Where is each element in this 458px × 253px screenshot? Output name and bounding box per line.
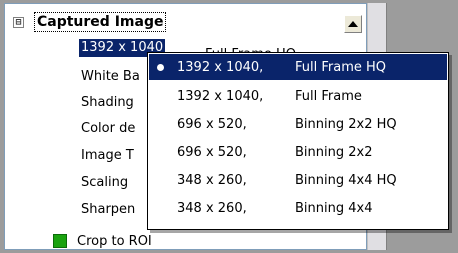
property-shading[interactable]: Shading: [81, 94, 134, 112]
dropdown-option[interactable]: 348 x 260, Binning 4x4: [149, 195, 447, 221]
option-resolution: 348 x 260,: [177, 200, 247, 216]
crop-to-roi-label: Crop to ROI: [77, 233, 152, 249]
option-resolution: 1392 x 1040,: [177, 59, 264, 75]
option-resolution: 1392 x 1040,: [177, 88, 264, 104]
dropdown-option[interactable]: 696 x 520, Binning 2x2 HQ: [149, 111, 447, 137]
property-scaling[interactable]: Scaling: [81, 174, 128, 192]
option-resolution: 696 x 520,: [177, 116, 247, 132]
property-color-depth[interactable]: Color de: [81, 120, 135, 138]
dropdown-option[interactable]: 1392 x 1040, Full Frame HQ: [149, 54, 447, 80]
option-mode: Full Frame: [295, 88, 362, 104]
dropdown-option[interactable]: 348 x 260, Binning 4x4 HQ: [149, 167, 447, 193]
option-resolution: 696 x 520,: [177, 144, 247, 160]
option-mode: Binning 2x2: [295, 144, 373, 160]
scroll-up-button[interactable]: [344, 15, 362, 33]
property-white-balance[interactable]: White Ba: [81, 68, 140, 86]
property-sharpen[interactable]: Sharpen: [81, 201, 135, 219]
option-mode: Binning 2x2 HQ: [295, 116, 397, 132]
option-mode: Full Frame HQ: [295, 59, 387, 75]
arrow-up-icon: [348, 21, 358, 27]
group-title[interactable]: Captured Image: [34, 12, 167, 32]
option-mode: Binning 4x4 HQ: [295, 172, 397, 188]
property-image-type[interactable]: Image T: [81, 147, 134, 165]
green-square-icon: [53, 234, 67, 248]
dropdown-option[interactable]: 696 x 520, Binning 2x2: [149, 139, 447, 165]
property-crop-to-roi[interactable]: Crop to ROI: [53, 232, 152, 250]
bullet-icon: [157, 63, 164, 71]
collapse-icon[interactable]: ⊟: [13, 17, 24, 28]
option-mode: Binning 4x4: [295, 200, 373, 216]
resolution-dropdown-list: 1392 x 1040, Full Frame HQ 1392 x 1040, …: [147, 52, 449, 230]
dropdown-option[interactable]: 1392 x 1040, Full Frame: [149, 83, 447, 109]
option-resolution: 348 x 260,: [177, 172, 247, 188]
